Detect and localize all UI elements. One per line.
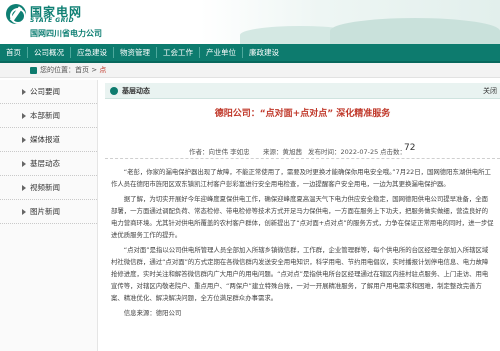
nav-item-home[interactable]: 首页 <box>0 44 27 61</box>
arrow-right-icon <box>22 137 26 143</box>
sidebar-item-video-news[interactable]: 视频新闻 <box>0 176 97 200</box>
site-header: 国家电网 STATE GRID 国网四川省电力公司 <box>0 0 500 44</box>
article-paragraph: 据了解，为切实开展好今年迎峰度夏保供电工作，确保迎峰度夏高温天气下电力供应安全稳… <box>111 195 494 239</box>
nav-item-materials[interactable]: 物资管理 <box>114 44 156 61</box>
sidebar-item-hq-news[interactable]: 本部新闻 <box>0 104 97 128</box>
company-name: 国网四川省电力公司 <box>30 29 102 38</box>
nav-item-union[interactable]: 工会工作 <box>157 44 199 61</box>
article-paragraph: “老彭，你家的漏电保护器出现了故障，不能正常使用了，需要及时更换才能确保你用电安… <box>111 168 491 188</box>
header-banner-art <box>200 0 500 44</box>
arrow-right-icon <box>22 185 26 191</box>
breadcrumb-prefix: 您的位置： <box>40 66 75 74</box>
sidebar-item-company-news[interactable]: 公司要闻 <box>0 80 97 104</box>
article-body: “老彭，你家的漏电保护器出现了故障，不能正常使用了，需要及时更换才能确保你用电安… <box>111 166 494 322</box>
arrow-right-icon <box>22 89 26 95</box>
breadcrumb-separator: > <box>89 66 100 74</box>
sidebar-item-photo-news[interactable]: 图片新闻 <box>0 200 97 224</box>
nav-item-integrity[interactable]: 廉政建设 <box>243 44 285 61</box>
article-meta: 作者：向世伟 李如忠 来源：黄旭茜 发布时间：2022-07-25 点击数： 7… <box>105 143 500 159</box>
section-header: 基层动态 关闭 <box>105 83 500 99</box>
breadcrumb-bar: 您的位置：首页 > 点 <box>0 63 500 78</box>
views-count: 72 <box>404 143 416 153</box>
location-icon <box>30 67 37 74</box>
sidebar-item-label: 公司要闻 <box>30 87 60 96</box>
breadcrumb-current[interactable]: 点 <box>99 66 106 74</box>
arrow-right-icon <box>22 161 26 167</box>
nav-item-industry[interactable]: 产业单位 <box>200 44 242 61</box>
article-paragraph: “点对面”是指以公司供电所管理人员全部加入所辖乡镇微信群，工作群，企业管理群等，… <box>111 246 489 302</box>
breadcrumb-home[interactable]: 首页 <box>75 66 89 74</box>
sidebar-item-grassroots[interactable]: 基层动态 <box>0 152 97 176</box>
sidebar-item-label: 图片新闻 <box>30 207 60 216</box>
section-bullet-icon <box>110 87 118 95</box>
arrow-right-icon <box>22 209 26 215</box>
sidebar-item-label: 视频新闻 <box>30 183 60 192</box>
article-title: 德阳公司：“点对面+点对点” 深化精准服务 <box>214 109 391 119</box>
logo-text-en: STATE GRID <box>30 17 75 24</box>
article-date: 发布时间：2022-07-25 <box>308 148 379 156</box>
close-link[interactable]: 关闭 <box>483 86 497 96</box>
sidebar-item-media-reports[interactable]: 媒体报道 <box>0 128 97 152</box>
arrow-right-icon <box>22 113 26 119</box>
sidebar-item-label: 媒体报道 <box>30 135 60 144</box>
section-title: 基层动态 <box>122 87 150 95</box>
sidebar-item-label: 基层动态 <box>30 159 60 168</box>
article-source-line: 信息来源：德阳公司 <box>123 309 182 317</box>
state-grid-logo-icon[interactable] <box>6 4 26 24</box>
main-nav: 首页 公司概况 应急建设 物资管理 工会工作 产业单位 廉政建设 <box>0 44 500 63</box>
sidebar: 公司要闻 本部新闻 媒体报道 基层动态 视频新闻 图片新闻 <box>0 80 98 351</box>
breadcrumb: 您的位置：首页 > 点 <box>40 65 106 75</box>
article-source: 来源：黄旭茜 <box>263 148 302 156</box>
sidebar-item-label: 本部新闻 <box>30 111 60 120</box>
nav-item-company-overview[interactable]: 公司概况 <box>28 44 70 61</box>
views-label: 点击数： <box>380 148 406 156</box>
article-panel: 基层动态 关闭 德阳公司：“点对面+点对点” 深化精准服务 作者：向世伟 李如忠… <box>105 80 500 351</box>
article-author: 作者：向世伟 李如忠 <box>189 148 250 156</box>
nav-item-emergency[interactable]: 应急建设 <box>71 44 113 61</box>
